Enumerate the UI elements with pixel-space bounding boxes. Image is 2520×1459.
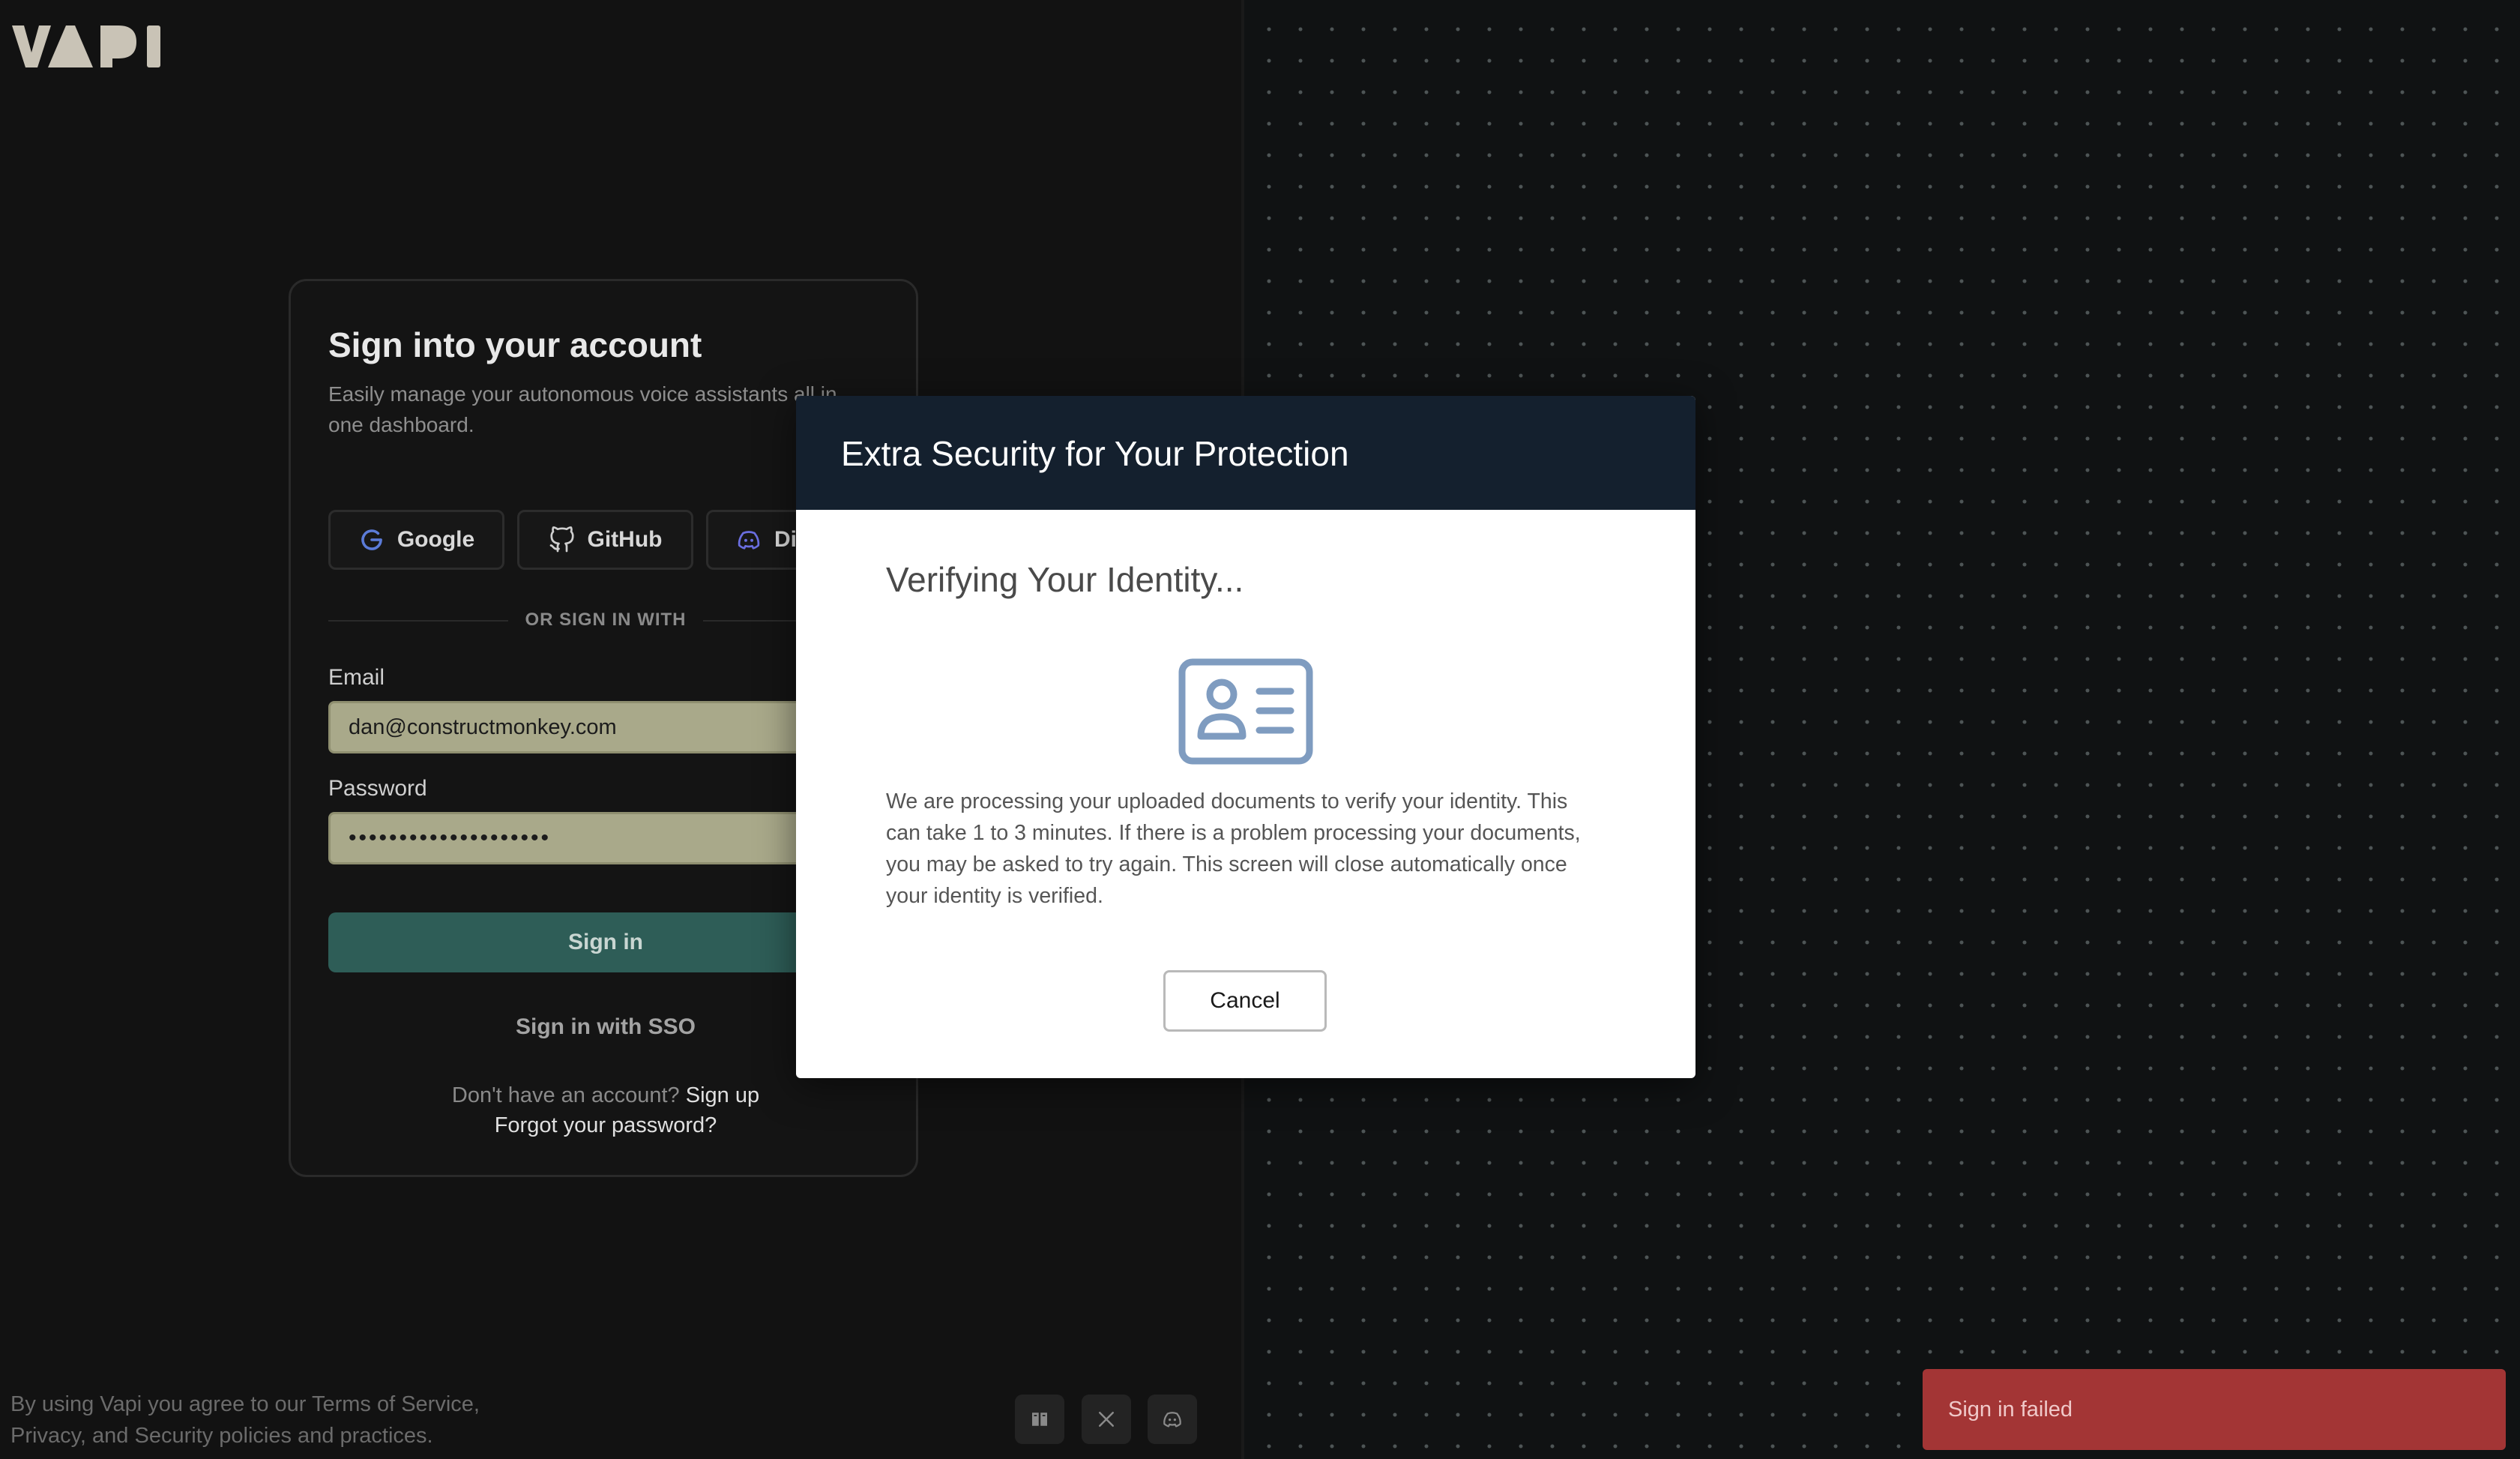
discord-label: Di [774, 527, 797, 552]
identity-verification-modal: Extra Security for Your Protection Verif… [796, 396, 1695, 1078]
password-label: Password [328, 776, 427, 801]
x-button[interactable] [1082, 1395, 1131, 1444]
book-icon [1032, 1413, 1047, 1426]
email-label: Email [328, 665, 385, 690]
github-signin-button[interactable]: GitHub [517, 510, 693, 570]
docs-button[interactable] [1015, 1395, 1064, 1444]
no-account-text: Don't have an account? [451, 1083, 680, 1107]
id-card-icon [1178, 658, 1313, 765]
card-subtitle: Easily manage your autonomous voice assi… [328, 382, 837, 436]
card-title: Sign into your account [328, 325, 702, 364]
discord-icon [1163, 1412, 1181, 1428]
discord-button[interactable] [1148, 1395, 1197, 1444]
discord-icon [738, 531, 760, 550]
error-toast[interactable]: Sign in failed [1923, 1369, 2506, 1450]
google-signin-button[interactable]: Google [328, 510, 504, 570]
google-icon [361, 529, 382, 550]
x-icon [1099, 1412, 1114, 1427]
sign-up-link[interactable]: Sign up [686, 1083, 759, 1107]
github-icon [549, 526, 574, 553]
signup-prompt: Don't have an account? Sign up [291, 1083, 920, 1108]
modal-heading: Verifying Your Identity... [886, 560, 1244, 599]
google-label: Google [397, 527, 475, 552]
modal-title: Extra Security for Your Protection [841, 434, 1349, 473]
terms-text: By using Vapi you agree to our Terms of … [10, 1392, 480, 1448]
modal-body-text: We are processing your uploaded document… [886, 789, 1581, 908]
forgot-password-link[interactable]: Forgot your password? [291, 1113, 920, 1138]
vapi-logo [12, 25, 160, 67]
cancel-button[interactable]: Cancel [1163, 970, 1327, 1032]
github-label: GitHub [587, 527, 663, 552]
modal-header: Extra Security for Your Protection [796, 396, 1695, 510]
